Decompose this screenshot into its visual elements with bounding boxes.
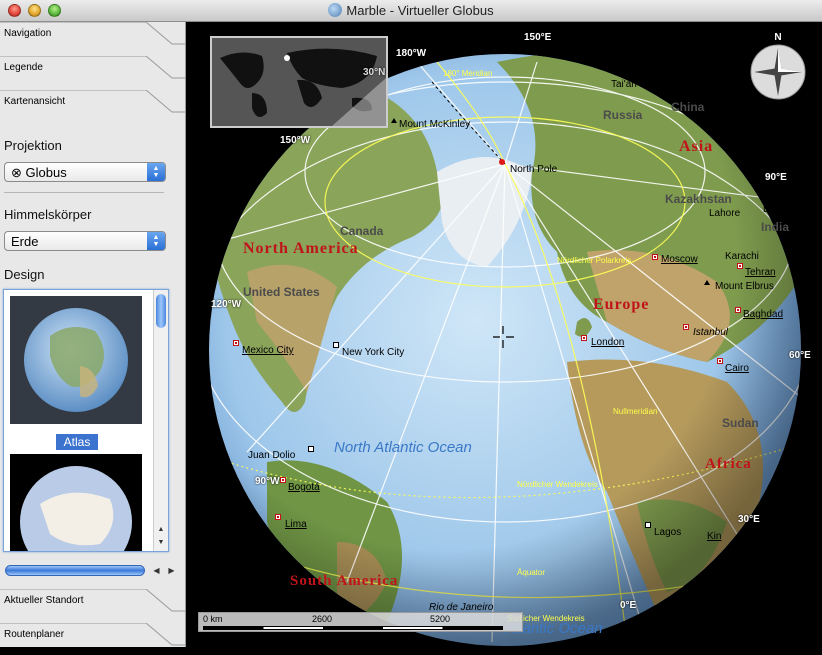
label-moscow: Moscow [661, 254, 698, 265]
tab-legende[interactable]: Legende [0, 56, 186, 88]
label-india: India [761, 220, 790, 234]
label-north-pole: North Pole [510, 164, 558, 175]
scroll-left-icon[interactable]: ◀ [150, 564, 163, 578]
label-kazakhstan: Kazakhstan [665, 192, 732, 206]
scale-bar: 0 km 2600 5200 [198, 612, 523, 632]
design-list-scrollbar[interactable]: ▲ ▼ [153, 290, 168, 551]
city-marker [333, 342, 339, 348]
label-150w: 150°W [280, 135, 311, 146]
projection-label: Projektion [4, 138, 62, 153]
design-list[interactable]: Atlas ▲ ▼ [3, 289, 169, 552]
city-marker [645, 522, 651, 528]
scroll-up-icon[interactable]: ▲ [154, 524, 168, 536]
label-150e: 150°E [524, 32, 552, 43]
city-marker [683, 324, 689, 330]
label-cairo: Cairo [725, 363, 749, 374]
label-north-atlantic-ocean: North Atlantic Ocean [334, 439, 472, 456]
mountain-icon [391, 118, 397, 123]
label-south-america: South America [290, 573, 399, 589]
label-sudan: Sudan [722, 416, 759, 430]
city-marker [735, 307, 741, 313]
label-europe: Europe [593, 296, 650, 313]
label-bogota: Bogotá [288, 482, 320, 493]
window-title: Marble - Virtueller Globus [0, 3, 822, 18]
label-mexico-city: Mexico City [242, 345, 294, 356]
sidebar: Navigation Legende Kartenansicht Projekt… [0, 22, 186, 647]
label-date-line: 180° Meridian [443, 69, 493, 78]
design-label: Design [4, 267, 45, 282]
label-karachi: Karachi [725, 251, 759, 262]
label-lahore: Lahore [709, 208, 741, 219]
select-arrows-icon: ▲ ▼ [147, 232, 165, 250]
label-russia: Russia [603, 108, 643, 122]
label-90e: 90°E [765, 172, 787, 183]
city-marker [280, 477, 286, 483]
north-pole-marker [499, 159, 505, 165]
label-mount-elbrus: Mount Elbrus [715, 281, 774, 292]
scrollbar-thumb[interactable] [156, 294, 166, 328]
label-30n: 30°N [363, 67, 386, 78]
label-30e: 30°E [738, 514, 760, 525]
label-tehran: Tehran [745, 267, 776, 278]
globe-icon [328, 3, 343, 17]
scroll-right-icon[interactable]: ▶ [165, 564, 178, 578]
tab-kartenansicht[interactable]: Kartenansicht [0, 90, 186, 122]
label-new-york-city: New York City [342, 347, 405, 358]
label-0e: 0°E [620, 600, 637, 611]
label-istanbul: Istanbul [693, 327, 729, 338]
label-equator: Äquator [517, 568, 546, 577]
divider [4, 192, 164, 193]
label-arctic-circle: Nördlicher Polarkreis [557, 256, 632, 265]
label-china: China [671, 100, 705, 114]
label-180w: 180°W [396, 48, 427, 59]
city-marker [652, 254, 658, 260]
tab-routenplaner[interactable]: Routenplaner [0, 623, 186, 655]
city-marker [737, 263, 743, 269]
scrollbar-thumb[interactable] [5, 565, 145, 576]
celestial-body-label: Himmelskörper [4, 207, 92, 222]
label-juan-dolio: Juan Dolio [248, 450, 296, 461]
projection-select[interactable]: ⊗ Globus ▲ ▼ [4, 162, 166, 182]
openstreetmap-thumbnail[interactable] [10, 454, 142, 551]
label-canada: Canada [340, 224, 384, 238]
label-united-states: United States [243, 285, 320, 299]
city-marker [581, 335, 587, 341]
label-taian: Tai'an [611, 79, 637, 90]
label-90w: 90°W [255, 476, 280, 487]
label-asia: Asia [679, 138, 714, 155]
label-mount-mckinley: Mount McKinley [399, 119, 471, 130]
label-beijing: Beij [649, 79, 666, 90]
label-lagos: Lagos [654, 527, 682, 538]
atlas-label: Atlas [56, 434, 98, 450]
label-tropic-of-cancer: Nördlicher Wendekreis [517, 480, 598, 489]
atlas-thumbnail[interactable] [10, 296, 142, 424]
compass-icon: N [748, 32, 808, 102]
label-lima: Lima [285, 519, 307, 530]
label-kinshasa: Kin [707, 531, 722, 542]
mountain-icon [704, 280, 710, 285]
globe-map-view[interactable]: N North America Europe Asia Africa South… [187, 22, 822, 647]
overview-map[interactable] [210, 36, 388, 128]
title-bar: Marble - Virtueller Globus [0, 0, 822, 22]
select-arrows-icon: ▲ ▼ [147, 163, 165, 181]
label-london: London [591, 337, 625, 348]
label-baghdad: Baghdad [743, 309, 784, 320]
label-120w: 120°W [211, 299, 242, 310]
design-horizontal-scrollbar[interactable]: ◀ ▶ [3, 564, 179, 578]
celestial-body-select[interactable]: Erde ▲ ▼ [4, 231, 166, 251]
tab-navigation[interactable]: Navigation [0, 22, 186, 54]
scroll-down-icon[interactable]: ▼ [154, 537, 168, 549]
tab-aktueller-standort[interactable]: Aktueller Standort [0, 589, 186, 621]
label-d: D [763, 204, 771, 215]
label-africa: Africa [705, 456, 752, 472]
city-marker [308, 446, 314, 452]
label-60e: 60°E [789, 350, 811, 361]
city-marker [717, 358, 723, 364]
label-north-america: North America [243, 240, 359, 257]
globe-projection-icon: ⊗ [11, 165, 22, 180]
city-marker [275, 514, 281, 520]
label-prime-meridian: Nullmeridian [613, 407, 658, 416]
city-marker [233, 340, 239, 346]
